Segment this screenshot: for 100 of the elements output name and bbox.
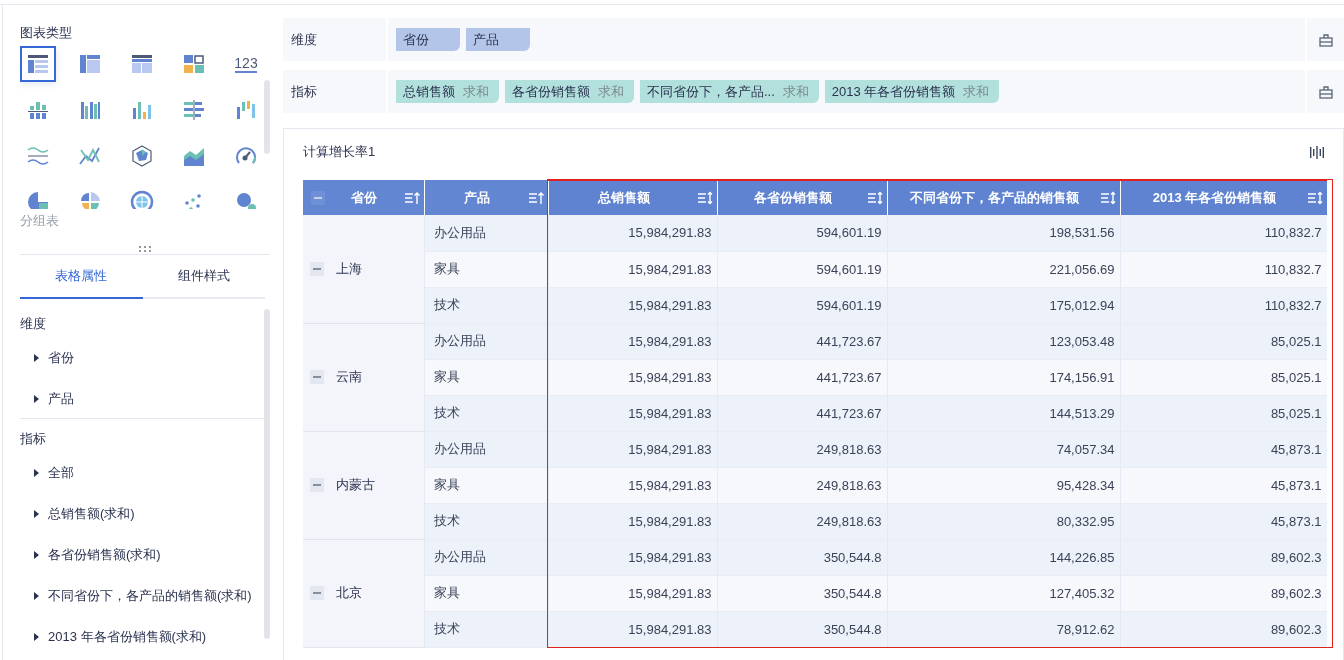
chip-label: 不同省份下，各产品...: [647, 82, 775, 101]
table-cell: 249,818.63: [717, 431, 887, 467]
table-cell: 78,912.62: [887, 611, 1120, 647]
collapse-icon[interactable]: [310, 478, 324, 492]
field-chip[interactable]: 2013 年各省份销售额 求和: [824, 80, 1000, 103]
table-cell: 144,226.85: [887, 539, 1120, 575]
chip-label: 各省份销售额: [512, 82, 590, 101]
table-cell: 办公用品: [424, 215, 548, 251]
shelf-label: 指标: [283, 70, 388, 113]
field-chip[interactable]: 各省份销售额 求和: [505, 80, 634, 103]
column-header[interactable]: 产品: [424, 180, 548, 215]
field-label: 不同省份下，各产品的销售额(求和): [48, 586, 252, 605]
table-cell: 441,723.67: [717, 359, 887, 395]
table-cell: 85,025.1: [1120, 395, 1327, 431]
sort-icon[interactable]: [1306, 191, 1323, 205]
bar-chart-icon: [234, 98, 258, 122]
table-cell: 技术: [424, 287, 548, 323]
table-cell: 174,156.91: [887, 359, 1120, 395]
sort-icon[interactable]: [527, 190, 544, 205]
table-cell: 技术: [424, 611, 548, 647]
aggregation-label: 求和: [598, 82, 624, 101]
table-cell: 249,818.63: [717, 467, 887, 503]
table-cell: 110,832.7: [1120, 215, 1327, 251]
column-header[interactable]: 省份: [303, 180, 424, 215]
sort-icon[interactable]: [866, 191, 883, 205]
province-label: 上海: [336, 259, 362, 278]
sort-icon[interactable]: [1099, 191, 1116, 205]
header-label: 不同省份下，各产品的销售额: [909, 189, 1080, 207]
aggregation-label: 求和: [782, 82, 809, 101]
field-item[interactable]: 2013 年各省份销售额(求和): [20, 613, 265, 649]
table-icon: [26, 52, 50, 76]
scrollbar-thumb[interactable]: [264, 309, 270, 639]
toolbox-icon[interactable]: [1317, 31, 1334, 48]
property-tab[interactable]: 表格属性: [20, 255, 143, 299]
horizontal-bar-icon: [182, 98, 206, 122]
table-cell: 110,832.7: [1120, 251, 1327, 287]
property-tab[interactable]: 组件样式: [142, 255, 265, 299]
collapse-icon[interactable]: [310, 261, 324, 276]
wave-line-icon: [26, 144, 50, 168]
field-item[interactable]: 各省份销售额(求和): [20, 531, 265, 572]
table-cell: 594,601.19: [717, 251, 887, 287]
chart-type-button[interactable]: [20, 46, 56, 82]
toolbox-icon[interactable]: [1317, 83, 1334, 100]
radar-icon: [130, 144, 154, 168]
field-label: 产品: [48, 389, 74, 408]
field-chip[interactable]: 省份: [396, 28, 460, 51]
table-cell: 15,984,291.83: [548, 359, 717, 395]
field-chip[interactable]: 总销售额 求和: [396, 80, 499, 103]
chip-label: 2013 年各省份销售额: [831, 82, 956, 101]
number-label: 123: [234, 54, 258, 71]
field-item[interactable]: 产品: [20, 375, 265, 416]
table-cell: 123,053.48: [887, 323, 1120, 359]
table-cell: 15,984,291.83: [548, 251, 717, 287]
column-header[interactable]: 不同省份下，各产品的销售额: [887, 180, 1120, 215]
drop-zone[interactable]: 总销售额 求和 各省份销售额 求和 不同省份下，各产品... 求和 2013 年各省份销售额 求和: [388, 70, 1305, 113]
bubble-chart-icon: [234, 190, 258, 209]
table-cell: 85,025.1: [1120, 323, 1327, 359]
field-label: 全部: [48, 463, 74, 482]
field-chip[interactable]: 产品: [466, 28, 530, 51]
drop-zone[interactable]: 省份 产品: [388, 18, 1305, 61]
collapse-icon[interactable]: [311, 190, 325, 205]
column-header[interactable]: 2013 年各省份销售额: [1120, 180, 1327, 215]
table-cell: 95,428.34: [887, 467, 1120, 503]
field-item[interactable]: 不同省份下，各产品的销售额(求和): [20, 572, 265, 613]
chart-type-button[interactable]: 123: [228, 46, 264, 82]
chip-label: 产品: [473, 30, 499, 49]
scrollbar-thumb[interactable]: [264, 80, 270, 154]
treemap-icon: [182, 52, 206, 76]
province-label: 内蒙古: [336, 476, 375, 494]
sort-icon[interactable]: [403, 190, 420, 205]
sort-icon[interactable]: [696, 191, 713, 205]
table-cell: 15,984,291.83: [548, 575, 717, 611]
table-cell: 89,602.3: [1120, 539, 1327, 575]
table-cell: 45,873.1: [1120, 431, 1327, 467]
header-label: 2013 年各省份销售额: [1151, 189, 1278, 207]
shelf-label: 维度: [283, 18, 388, 61]
collapse-icon[interactable]: [310, 370, 324, 384]
field-item[interactable]: 总销售额(求和): [20, 490, 265, 531]
field-label: 2013 年各省份销售额(求和): [48, 627, 207, 646]
table-cell: 594,601.19: [717, 215, 887, 251]
column-header[interactable]: 总销售额: [548, 180, 717, 215]
column-bars-icon[interactable]: [1309, 144, 1325, 160]
table-cell: 15,984,291.83: [548, 215, 717, 251]
header-label: 省份: [350, 188, 379, 207]
field-chip[interactable]: 不同省份下，各产品... 求和: [640, 80, 819, 103]
table-cell: 办公用品: [424, 431, 548, 467]
table-cell: 85,025.1: [1120, 359, 1327, 395]
collapse-icon[interactable]: [310, 586, 324, 600]
field-item[interactable]: 省份: [20, 334, 265, 375]
table-cell: 技术: [424, 503, 548, 539]
rose-chart-icon: [78, 190, 102, 209]
section-title: 维度: [20, 315, 47, 333]
field-label: 省份: [48, 348, 74, 367]
table-cell: 249,818.63: [717, 503, 887, 539]
table-cell: 45,873.1: [1120, 467, 1327, 503]
drag-handle-icon[interactable]: [137, 245, 153, 253]
field-item[interactable]: 全部: [20, 449, 265, 490]
table-cell: 家具: [424, 575, 548, 611]
column-header[interactable]: 各省份销售额: [717, 180, 887, 215]
table-cell: 80,332.95: [887, 503, 1120, 539]
